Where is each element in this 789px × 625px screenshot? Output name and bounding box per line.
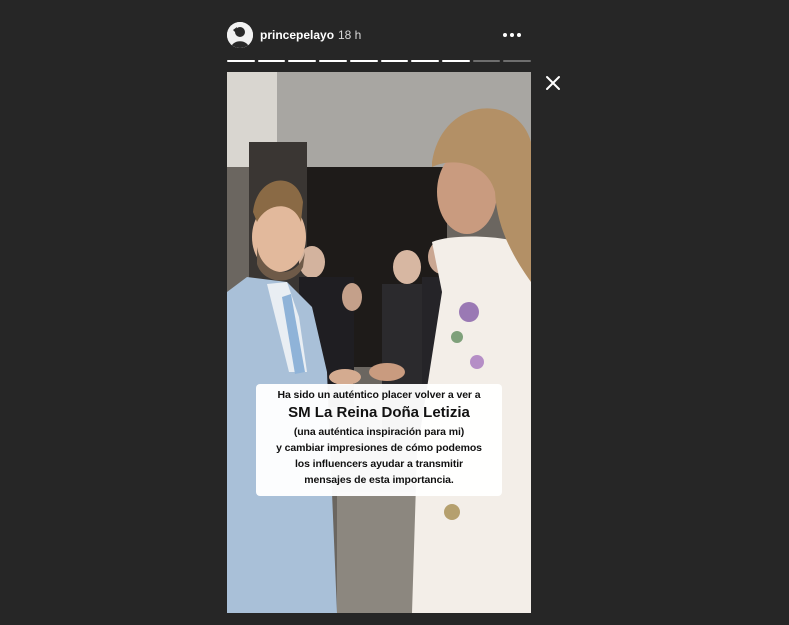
progress-segment — [441, 60, 470, 62]
caption-line-4: y cambiar impresiones de cómo podemos — [276, 442, 482, 454]
caption-line-3: (una auténtica inspiración para mi) — [293, 426, 465, 438]
story-viewer: princepelayo 18 h Ha sido un auténtico p… — [0, 0, 789, 625]
caption-line-5: los influencers ayudar a transmitir — [294, 458, 464, 470]
avatar[interactable] — [227, 22, 253, 48]
timestamp: 18 h — [338, 28, 362, 42]
username[interactable]: princepelayo — [260, 28, 334, 42]
caption-line-6: mensajes de esta importancia. — [304, 474, 454, 486]
progress-segment — [503, 60, 532, 62]
story-progress-bar — [227, 60, 532, 62]
caption-line-2: SM La Reina Doña Letizia — [288, 404, 470, 421]
more-horizontal-icon — [503, 33, 521, 37]
story-header: princepelayo 18 h — [227, 20, 531, 52]
progress-segment — [349, 60, 378, 62]
story-caption: Ha sido un auténtico placer volver a ver… — [256, 384, 502, 496]
progress-segment — [288, 60, 317, 62]
more-options-button[interactable] — [501, 26, 523, 44]
avatar-image — [227, 22, 253, 48]
progress-segment — [319, 60, 347, 62]
progress-segment — [380, 60, 409, 62]
progress-segment — [227, 60, 255, 62]
close-button[interactable] — [543, 73, 563, 93]
story-photo-image — [227, 72, 531, 613]
story-photo[interactable]: Ha sido un auténtico placer volver a ver… — [227, 72, 531, 613]
progress-segment — [472, 60, 501, 62]
progress-segment — [257, 60, 286, 62]
progress-segment — [411, 60, 439, 62]
close-icon — [546, 76, 560, 90]
caption-line-1: Ha sido un auténtico placer volver a ver… — [277, 389, 481, 401]
